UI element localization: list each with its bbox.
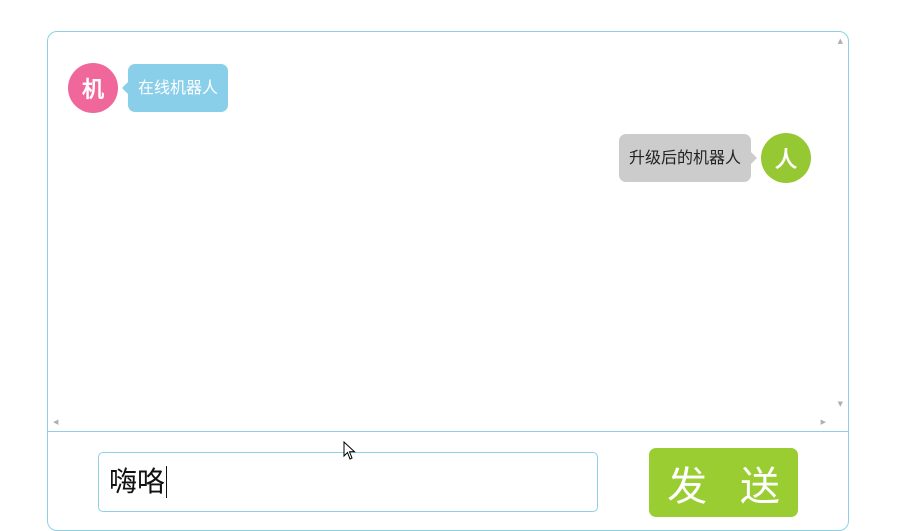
scroll-down-arrow-icon[interactable]: ▼ [838, 401, 843, 408]
message-row-user: 升级后的机器人 人 [618, 133, 811, 183]
chat-window: 机 在线机器人 升级后的机器人 人 ▲ ▼ ◀ ▶ 嗨咯 发 送 [47, 31, 849, 531]
scroll-left-arrow-icon[interactable]: ◀ [53, 419, 58, 426]
mouse-pointer-icon [343, 441, 356, 460]
send-button[interactable]: 发 送 [649, 448, 798, 517]
scroll-right-arrow-icon[interactable]: ▶ [821, 419, 826, 426]
bot-avatar: 机 [68, 63, 118, 113]
message-row-bot: 机 在线机器人 [68, 63, 229, 113]
message-list[interactable]: 机 在线机器人 升级后的机器人 人 ▲ ▼ ◀ ▶ [48, 32, 848, 432]
message-input[interactable]: 嗨咯 [98, 452, 598, 512]
bot-message-bubble: 在线机器人 [121, 64, 229, 112]
text-caret [166, 466, 168, 498]
user-message-bubble: 升级后的机器人 [618, 134, 758, 182]
user-avatar: 人 [761, 133, 811, 183]
message-input-value: 嗨咯 [109, 465, 166, 498]
scroll-up-arrow-icon[interactable]: ▲ [838, 38, 843, 45]
